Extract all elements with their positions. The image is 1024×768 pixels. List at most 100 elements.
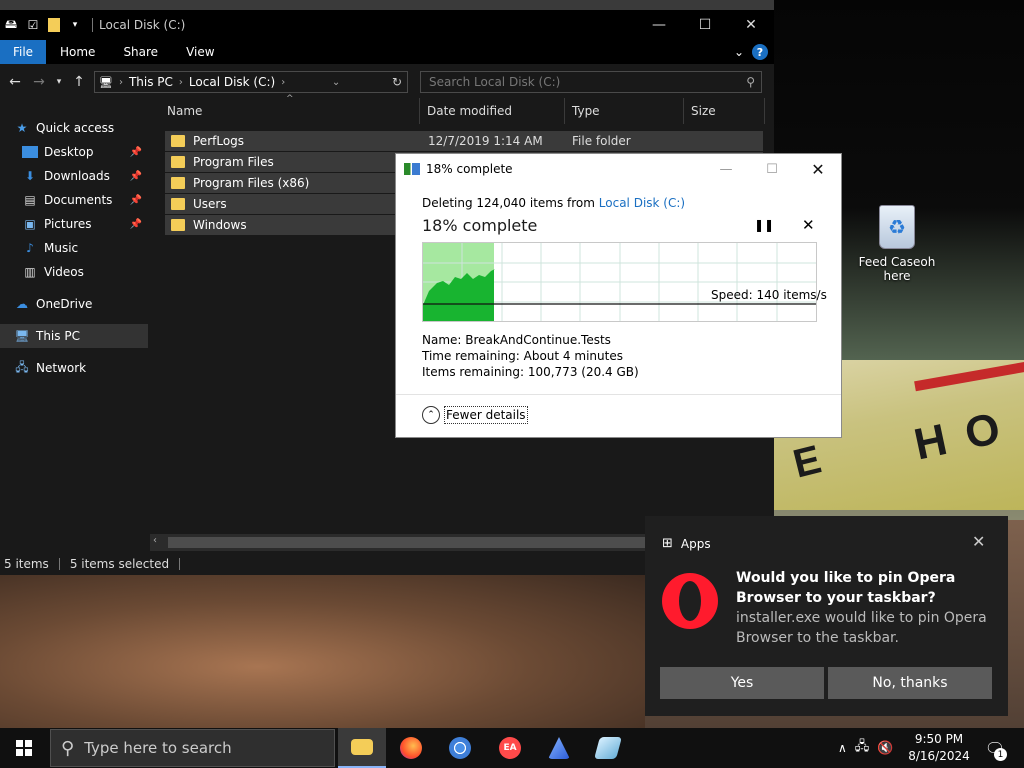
fewer-details-button[interactable]: ⌃ Fewer details [422,406,528,424]
notification-count-badge: 1 [994,748,1007,761]
sidebar-item-downloads[interactable]: ⬇ Downloads 📌 [0,164,148,188]
system-tray: ∧ 🖧 🔇 [838,728,893,768]
scroll-left-icon[interactable]: ‹ [153,535,157,546]
toast-app-name: Apps [680,536,711,551]
search-icon: ⚲ [746,75,755,89]
tab-home[interactable]: Home [46,45,109,59]
column-size[interactable]: Size [684,98,765,124]
pin-icon[interactable]: 📌 [130,219,142,230]
back-arrow-icon[interactable]: ← [6,74,24,90]
taskbar-app-blue[interactable] [535,728,583,768]
chevron-right-icon: › [118,76,123,88]
dialog-title: 18% complete [426,162,513,176]
toast-body: installer.exe would like to pin Opera Br… [736,610,987,646]
dialog-close-button[interactable]: ✕ [795,154,841,184]
taskbar-file-explorer[interactable] [338,728,386,768]
volume-muted-icon[interactable]: 🔇 [877,741,893,756]
pin-icon[interactable]: 📌 [130,171,142,182]
navigation-pane: ★ Quick access Desktop 📌 ⬇ Downloads 📌 ▤… [0,116,148,546]
sidebar-item-quick-access[interactable]: ★ Quick access [0,116,148,140]
maximize-button[interactable]: ☐ [682,10,728,40]
taskbar-search-placeholder: Type here to search [84,739,232,757]
pin-icon[interactable]: 📌 [130,195,142,206]
taskbar-ea-app[interactable]: EA [486,728,534,768]
up-arrow-icon[interactable]: ↑ [70,74,88,90]
sidebar-item-desktop[interactable]: Desktop 📌 [0,140,148,164]
pc-icon: 🖥 [99,75,113,89]
address-row: ← → ▾ ↑ 🖥 › This PC › Local Disk (C:) › … [0,64,774,100]
pause-icon[interactable]: ❚❚ [754,218,774,232]
dialog-minimize-button[interactable]: — [703,154,749,184]
address-dropdown-icon[interactable]: ⌄ [332,77,340,88]
recycle-bin-label: Feed Caseoh [858,255,936,269]
column-type[interactable]: Type [565,98,684,124]
sidebar-item-this-pc[interactable]: 🖥 This PC [0,324,148,348]
minimize-button[interactable]: — [636,10,682,40]
refresh-icon[interactable]: ↻ [387,75,407,89]
tab-share[interactable]: Share [109,45,172,59]
taskbar-app-glass[interactable] [584,728,632,768]
sidebar-item-pictures[interactable]: ▣ Pictures 📌 [0,212,148,236]
row-name: Program Files (x86) [193,176,310,190]
column-size-label: Size [691,104,716,118]
address-bar[interactable]: 🖥 › This PC › Local Disk (C:) › ⌄ ↻ [94,71,408,93]
source-link[interactable]: Local Disk (C:) [599,196,685,210]
explorer-titlebar: 🖴 ☑ ▾ Local Disk (C:) — ☐ ✕ [0,10,774,40]
pin-icon[interactable]: 📌 [130,147,142,158]
quick-access-dropdown-icon[interactable]: ▾ [68,18,82,32]
wallpaper-sign-left-text: E [788,437,826,487]
sidebar-item-onedrive[interactable]: ☁ OneDrive [0,292,148,316]
apps-icon: ⊞ [662,536,673,551]
toast-close-icon[interactable]: ✕ [972,532,985,551]
current-item-name: Name: BreakAndContinue.Tests [422,333,611,347]
taskbar-chrome[interactable] [436,728,484,768]
sidebar-item-videos[interactable]: ▥ Videos [0,260,148,284]
forward-arrow-icon[interactable]: → [30,74,48,90]
music-icon: ♪ [26,241,34,255]
video-icon: ▥ [24,265,36,279]
desktop-icon-recycle-bin[interactable]: ♻ Feed Caseoh here [858,205,936,283]
notification-toast: ⊞ Apps ✕ Would you like to pin Opera Bro… [645,516,1008,716]
recycle-bin-label-line2: here [883,269,911,283]
breadcrumb-local-disk[interactable]: Local Disk (C:) [189,75,275,89]
yes-button[interactable]: Yes [660,667,824,699]
action-center-button[interactable]: 🗨 1 [980,728,1010,768]
tab-view[interactable]: View [172,45,228,59]
cancel-icon[interactable]: ✕ [802,216,815,234]
sidebar-item-music[interactable]: ♪ Music [0,236,148,260]
progress-graph-svg [423,243,816,321]
help-icon[interactable]: ? [752,44,768,60]
drive-icon: 🖴 [4,16,18,31]
sidebar-item-documents[interactable]: ▤ Documents 📌 [0,188,148,212]
expand-ribbon-icon[interactable]: ⌄ [734,45,744,59]
cloud-icon: ☁ [16,297,28,311]
taskbar-firefox[interactable] [387,728,435,768]
tab-file[interactable]: File [0,40,46,64]
taskbar-clock[interactable]: 9:50 PM 8/16/2024 [904,731,974,765]
ea-icon: EA [499,737,521,759]
recent-locations-icon[interactable]: ▾ [54,77,64,87]
picture-icon: ▣ [24,217,36,231]
speed-label: Speed: 140 items/s [711,288,827,302]
column-date-modified[interactable]: Date modified [420,98,565,124]
sidebar-item-network[interactable]: 🖧 Network [0,356,148,380]
chevron-right-icon: › [178,76,183,88]
titlebar-separator [92,18,93,32]
chevron-up-icon[interactable]: ∧ [838,741,847,755]
column-name[interactable]: Name ^ [160,94,420,124]
taskbar-search-box[interactable]: ⚲ Type here to search [50,729,335,767]
start-button[interactable] [0,728,48,768]
delete-progress-dialog: 18% complete — ☐ ✕ Deleting 124,040 item… [395,153,842,438]
properties-icon[interactable]: ☑ [26,18,40,32]
no-thanks-button[interactable]: No, thanks [828,667,992,699]
sidebar-item-label: Desktop [44,145,94,159]
table-row[interactable]: PerfLogs 12/7/2019 1:14 AM File folder [165,131,763,152]
sidebar-item-label: Network [36,361,87,375]
search-input[interactable]: Search Local Disk (C:) ⚲ [420,71,762,93]
network-icon[interactable]: 🖧 [855,737,870,759]
breadcrumb-this-pc[interactable]: This PC [129,75,173,89]
column-name-label: Name [167,104,203,118]
close-button[interactable]: ✕ [728,10,774,40]
scrollbar-thumb[interactable] [168,537,648,548]
new-folder-icon[interactable] [48,18,60,32]
